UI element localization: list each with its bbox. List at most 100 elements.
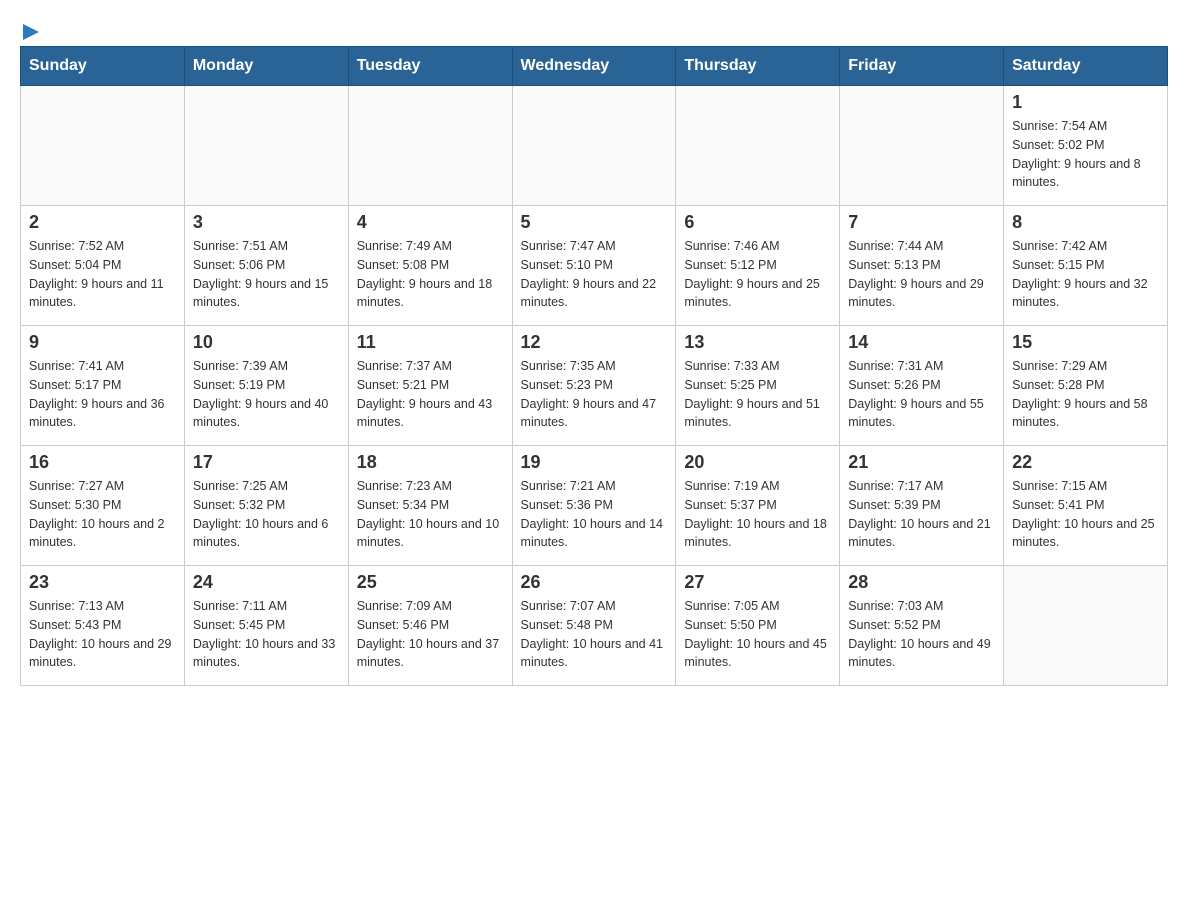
weekday-header-saturday: Saturday: [1004, 47, 1168, 86]
day-number: 8: [1012, 212, 1159, 233]
calendar-cell: 8 Sunrise: 7:42 AMSunset: 5:15 PMDaylight…: [1004, 206, 1168, 326]
day-number: 22: [1012, 452, 1159, 473]
calendar-cell: 4 Sunrise: 7:49 AMSunset: 5:08 PMDaylight…: [348, 206, 512, 326]
day-info: Sunrise: 7:37 AMSunset: 5:21 PMDaylight:…: [357, 357, 504, 432]
day-number: 11: [357, 332, 504, 353]
day-info: Sunrise: 7:23 AMSunset: 5:34 PMDaylight:…: [357, 477, 504, 552]
day-info: Sunrise: 7:13 AMSunset: 5:43 PMDaylight:…: [29, 597, 176, 672]
calendar-cell: 28 Sunrise: 7:03 AMSunset: 5:52 PMDayligh…: [840, 566, 1004, 686]
calendar-week-3: 9 Sunrise: 7:41 AMSunset: 5:17 PMDaylight…: [21, 326, 1168, 446]
day-number: 18: [357, 452, 504, 473]
calendar-cell: 16 Sunrise: 7:27 AMSunset: 5:30 PMDayligh…: [21, 446, 185, 566]
day-number: 7: [848, 212, 995, 233]
day-number: 21: [848, 452, 995, 473]
calendar-cell: 6 Sunrise: 7:46 AMSunset: 5:12 PMDaylight…: [676, 206, 840, 326]
day-info: Sunrise: 7:44 AMSunset: 5:13 PMDaylight:…: [848, 237, 995, 312]
day-number: 12: [521, 332, 668, 353]
day-number: 13: [684, 332, 831, 353]
day-info: Sunrise: 7:25 AMSunset: 5:32 PMDaylight:…: [193, 477, 340, 552]
calendar-cell: 14 Sunrise: 7:31 AMSunset: 5:26 PMDayligh…: [840, 326, 1004, 446]
day-number: 15: [1012, 332, 1159, 353]
calendar-cell: 26 Sunrise: 7:07 AMSunset: 5:48 PMDayligh…: [512, 566, 676, 686]
day-info: Sunrise: 7:03 AMSunset: 5:52 PMDaylight:…: [848, 597, 995, 672]
day-info: Sunrise: 7:42 AMSunset: 5:15 PMDaylight:…: [1012, 237, 1159, 312]
weekday-header-thursday: Thursday: [676, 47, 840, 86]
calendar-cell: 23 Sunrise: 7:13 AMSunset: 5:43 PMDayligh…: [21, 566, 185, 686]
day-number: 1: [1012, 92, 1159, 113]
day-info: Sunrise: 7:19 AMSunset: 5:37 PMDaylight:…: [684, 477, 831, 552]
day-info: Sunrise: 7:51 AMSunset: 5:06 PMDaylight:…: [193, 237, 340, 312]
calendar-week-2: 2 Sunrise: 7:52 AMSunset: 5:04 PMDaylight…: [21, 206, 1168, 326]
day-info: Sunrise: 7:29 AMSunset: 5:28 PMDaylight:…: [1012, 357, 1159, 432]
calendar-cell: [512, 86, 676, 206]
day-number: 26: [521, 572, 668, 593]
day-number: 10: [193, 332, 340, 353]
day-number: 9: [29, 332, 176, 353]
calendar-cell: [840, 86, 1004, 206]
calendar-cell: 27Sunrise: 7:05 AMSunset: 5:50 PMDayligh…: [676, 566, 840, 686]
day-number: 17: [193, 452, 340, 473]
day-number: 16: [29, 452, 176, 473]
calendar-cell: [184, 86, 348, 206]
calendar-cell: 3Sunrise: 7:51 AMSunset: 5:06 PMDaylight…: [184, 206, 348, 326]
day-number: 6: [684, 212, 831, 233]
day-number: 24: [193, 572, 340, 593]
day-info: Sunrise: 7:09 AMSunset: 5:46 PMDaylight:…: [357, 597, 504, 672]
calendar-cell: 18 Sunrise: 7:23 AMSunset: 5:34 PMDayligh…: [348, 446, 512, 566]
day-number: 4: [357, 212, 504, 233]
calendar-week-5: 23 Sunrise: 7:13 AMSunset: 5:43 PMDayligh…: [21, 566, 1168, 686]
calendar-cell: 11 Sunrise: 7:37 AMSunset: 5:21 PMDayligh…: [348, 326, 512, 446]
calendar-cell: 12 Sunrise: 7:35 AMSunset: 5:23 PMDayligh…: [512, 326, 676, 446]
day-info: Sunrise: 7:52 AMSunset: 5:04 PMDaylight:…: [29, 237, 176, 312]
weekday-header-monday: Monday: [184, 47, 348, 86]
calendar-cell: [348, 86, 512, 206]
logo: [20, 20, 41, 36]
day-number: 23: [29, 572, 176, 593]
calendar-cell: 7 Sunrise: 7:44 AMSunset: 5:13 PMDaylight…: [840, 206, 1004, 326]
day-info: Sunrise: 7:15 AMSunset: 5:41 PMDaylight:…: [1012, 477, 1159, 552]
calendar-cell: 9 Sunrise: 7:41 AMSunset: 5:17 PMDaylight…: [21, 326, 185, 446]
weekday-header-sunday: Sunday: [21, 47, 185, 86]
day-info: Sunrise: 7:17 AMSunset: 5:39 PMDaylight:…: [848, 477, 995, 552]
day-info: Sunrise: 7:11 AMSunset: 5:45 PMDaylight:…: [193, 597, 340, 672]
day-info: Sunrise: 7:21 AMSunset: 5:36 PMDaylight:…: [521, 477, 668, 552]
day-info: Sunrise: 7:41 AMSunset: 5:17 PMDaylight:…: [29, 357, 176, 432]
weekday-header-row: SundayMondayTuesdayWednesdayThursdayFrid…: [21, 47, 1168, 86]
calendar-cell: 19 Sunrise: 7:21 AMSunset: 5:36 PMDayligh…: [512, 446, 676, 566]
calendar-cell: [21, 86, 185, 206]
weekday-header-friday: Friday: [840, 47, 1004, 86]
day-info: Sunrise: 7:07 AMSunset: 5:48 PMDaylight:…: [521, 597, 668, 672]
page-header: [20, 20, 1168, 36]
day-number: 28: [848, 572, 995, 593]
day-number: 20: [684, 452, 831, 473]
calendar-cell: 1 Sunrise: 7:54 AMSunset: 5:02 PMDaylight…: [1004, 86, 1168, 206]
day-info: Sunrise: 7:31 AMSunset: 5:26 PMDaylight:…: [848, 357, 995, 432]
logo-arrow-icon: [21, 22, 41, 42]
calendar-cell: 15 Sunrise: 7:29 AMSunset: 5:28 PMDayligh…: [1004, 326, 1168, 446]
calendar-cell: 22 Sunrise: 7:15 AMSunset: 5:41 PMDayligh…: [1004, 446, 1168, 566]
day-info: Sunrise: 7:49 AMSunset: 5:08 PMDaylight:…: [357, 237, 504, 312]
weekday-header-wednesday: Wednesday: [512, 47, 676, 86]
day-number: 5: [521, 212, 668, 233]
day-info: Sunrise: 7:47 AMSunset: 5:10 PMDaylight:…: [521, 237, 668, 312]
day-number: 14: [848, 332, 995, 353]
day-info: Sunrise: 7:54 AMSunset: 5:02 PMDaylight:…: [1012, 117, 1159, 192]
day-number: 27: [684, 572, 831, 593]
calendar-week-1: 1 Sunrise: 7:54 AMSunset: 5:02 PMDaylight…: [21, 86, 1168, 206]
calendar-table: SundayMondayTuesdayWednesdayThursdayFrid…: [20, 46, 1168, 686]
day-number: 2: [29, 212, 176, 233]
calendar-cell: 10Sunrise: 7:39 AMSunset: 5:19 PMDayligh…: [184, 326, 348, 446]
calendar-cell: 21 Sunrise: 7:17 AMSunset: 5:39 PMDayligh…: [840, 446, 1004, 566]
calendar-cell: 25 Sunrise: 7:09 AMSunset: 5:46 PMDayligh…: [348, 566, 512, 686]
calendar-cell: 2 Sunrise: 7:52 AMSunset: 5:04 PMDaylight…: [21, 206, 185, 326]
day-number: 25: [357, 572, 504, 593]
calendar-week-4: 16 Sunrise: 7:27 AMSunset: 5:30 PMDayligh…: [21, 446, 1168, 566]
weekday-header-tuesday: Tuesday: [348, 47, 512, 86]
day-info: Sunrise: 7:35 AMSunset: 5:23 PMDaylight:…: [521, 357, 668, 432]
calendar-cell: [676, 86, 840, 206]
calendar-cell: 17 Sunrise: 7:25 AMSunset: 5:32 PMDayligh…: [184, 446, 348, 566]
day-info: Sunrise: 7:46 AMSunset: 5:12 PMDaylight:…: [684, 237, 831, 312]
calendar-cell: 20 Sunrise: 7:19 AMSunset: 5:37 PMDayligh…: [676, 446, 840, 566]
day-info: Sunrise: 7:27 AMSunset: 5:30 PMDaylight:…: [29, 477, 176, 552]
day-number: 19: [521, 452, 668, 473]
